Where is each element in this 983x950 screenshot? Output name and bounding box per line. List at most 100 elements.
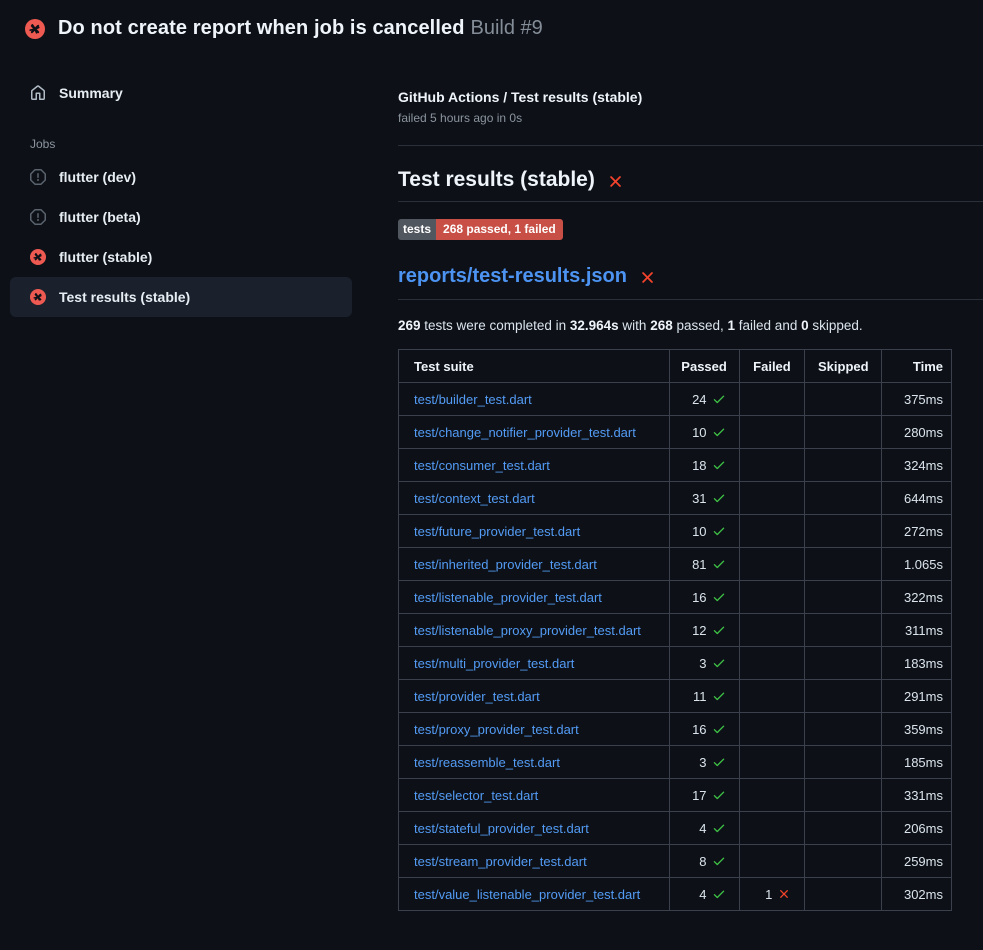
summary-failed: 1: [728, 318, 736, 333]
passed-cell: 12: [669, 614, 739, 647]
col-header-failed: Failed: [739, 350, 805, 383]
table-row: test/change_notifier_provider_test.dart …: [399, 416, 952, 449]
check-icon: [712, 689, 726, 703]
suite-link[interactable]: test/stateful_provider_test.dart: [414, 821, 589, 836]
check-icon: [712, 557, 726, 571]
suite-link[interactable]: test/proxy_provider_test.dart: [414, 722, 579, 737]
table-row: test/stream_provider_test.dart 8 259ms: [399, 845, 952, 878]
check-icon: [712, 821, 726, 835]
jobs-section-heading: Jobs: [30, 137, 352, 151]
table-row: test/reassemble_test.dart 3 185ms: [399, 746, 952, 779]
failed-x-icon: [606, 172, 625, 191]
passed-cell: 31: [669, 482, 739, 515]
table-row: test/future_provider_test.dart 10 272ms: [399, 515, 952, 548]
sidebar-item-flutter-dev[interactable]: flutter (dev): [10, 157, 352, 197]
suite-link[interactable]: test/listenable_proxy_provider_test.dart: [414, 623, 641, 638]
failed-cell: [739, 482, 805, 515]
time-cell: 324ms: [882, 449, 952, 482]
skipped-cell: [805, 845, 882, 878]
suite-link[interactable]: test/selector_test.dart: [414, 788, 538, 803]
table-row: test/stateful_provider_test.dart 4 206ms: [399, 812, 952, 845]
table-row: test/multi_provider_test.dart 3 183ms: [399, 647, 952, 680]
suite-link[interactable]: test/provider_test.dart: [414, 689, 540, 704]
passed-cell: 81: [669, 548, 739, 581]
run-status-line: failed 5 hours ago in 0s: [398, 111, 983, 125]
cancelled-icon: [30, 209, 46, 225]
failed-cell: [739, 614, 805, 647]
passed-cell: 18: [669, 449, 739, 482]
suite-link[interactable]: test/stream_provider_test.dart: [414, 854, 587, 869]
failed-cell: [739, 449, 805, 482]
time-cell: 272ms: [882, 515, 952, 548]
suite-link[interactable]: test/listenable_provider_test.dart: [414, 590, 602, 605]
time-cell: 644ms: [882, 482, 952, 515]
table-row: test/consumer_test.dart 18 324ms: [399, 449, 952, 482]
report-heading: reports/test-results.json: [398, 265, 983, 300]
failed-cell: 1: [739, 878, 805, 911]
time-cell: 259ms: [882, 845, 952, 878]
time-cell: 185ms: [882, 746, 952, 779]
failed-cell: [739, 383, 805, 416]
failed-cell: [739, 647, 805, 680]
tests-badge: tests 268 passed, 1 failed: [398, 219, 563, 240]
time-cell: 311ms: [882, 614, 952, 647]
sidebar-item-flutter-beta[interactable]: flutter (beta): [10, 197, 352, 237]
sidebar-item-summary[interactable]: Summary: [10, 73, 352, 113]
suite-link[interactable]: test/future_provider_test.dart: [414, 524, 580, 539]
table-row: test/builder_test.dart 24 375ms: [399, 383, 952, 416]
breadcrumb: GitHub Actions / Test results (stable): [398, 89, 983, 105]
summary-duration: 32.964s: [570, 318, 619, 333]
col-header-test-suite: Test suite: [399, 350, 670, 383]
sidebar-item-label: flutter (dev): [59, 169, 136, 185]
skipped-cell: [805, 581, 882, 614]
suite-link[interactable]: test/multi_provider_test.dart: [414, 656, 574, 671]
skipped-cell: [805, 416, 882, 449]
skipped-cell: [805, 383, 882, 416]
sidebar-item-label: Summary: [59, 85, 123, 101]
passed-cell: 24: [669, 383, 739, 416]
check-icon: [712, 656, 726, 670]
suite-link[interactable]: test/value_listenable_provider_test.dart: [414, 887, 640, 902]
suite-link[interactable]: test/change_notifier_provider_test.dart: [414, 425, 636, 440]
col-header-skipped: Skipped: [805, 350, 882, 383]
summary-passed: 268: [650, 318, 673, 333]
report-link[interactable]: reports/test-results.json: [398, 265, 627, 288]
check-icon: [712, 491, 726, 505]
failed-status-icon: [25, 19, 45, 39]
time-cell: 375ms: [882, 383, 952, 416]
skipped-cell: [805, 614, 882, 647]
passed-cell: 10: [669, 515, 739, 548]
table-row: test/listenable_provider_test.dart 16 32…: [399, 581, 952, 614]
time-cell: 183ms: [882, 647, 952, 680]
check-icon: [712, 590, 726, 604]
suite-link[interactable]: test/consumer_test.dart: [414, 458, 550, 473]
table-row: test/inherited_provider_test.dart 81 1.0…: [399, 548, 952, 581]
suite-link[interactable]: test/context_test.dart: [414, 491, 535, 506]
sidebar-item-test-results-stable[interactable]: Test results (stable): [10, 277, 352, 317]
failed-cell: [739, 416, 805, 449]
time-cell: 1.065s: [882, 548, 952, 581]
failed-cell: [739, 515, 805, 548]
check-icon: [712, 755, 726, 769]
suite-link[interactable]: test/reassemble_test.dart: [414, 755, 560, 770]
sidebar-item-label: flutter (stable): [59, 249, 152, 265]
suite-link[interactable]: test/inherited_provider_test.dart: [414, 557, 597, 572]
skipped-cell: [805, 515, 882, 548]
home-icon: [30, 85, 46, 101]
check-icon: [712, 623, 726, 637]
failed-cell: [739, 812, 805, 845]
table-row: test/context_test.dart 31 644ms: [399, 482, 952, 515]
passed-cell: 16: [669, 581, 739, 614]
sidebar: Summary Jobs flutter (dev) flutter (beta…: [0, 53, 380, 317]
passed-cell: 4: [669, 878, 739, 911]
skipped-cell: [805, 449, 882, 482]
passed-cell: 11: [669, 680, 739, 713]
suite-link[interactable]: test/builder_test.dart: [414, 392, 532, 407]
failed-cell: [739, 581, 805, 614]
time-cell: 206ms: [882, 812, 952, 845]
cancelled-icon: [30, 169, 46, 185]
sidebar-item-flutter-stable[interactable]: flutter (stable): [10, 237, 352, 277]
skipped-cell: [805, 482, 882, 515]
passed-cell: 3: [669, 647, 739, 680]
failed-cell: [739, 746, 805, 779]
